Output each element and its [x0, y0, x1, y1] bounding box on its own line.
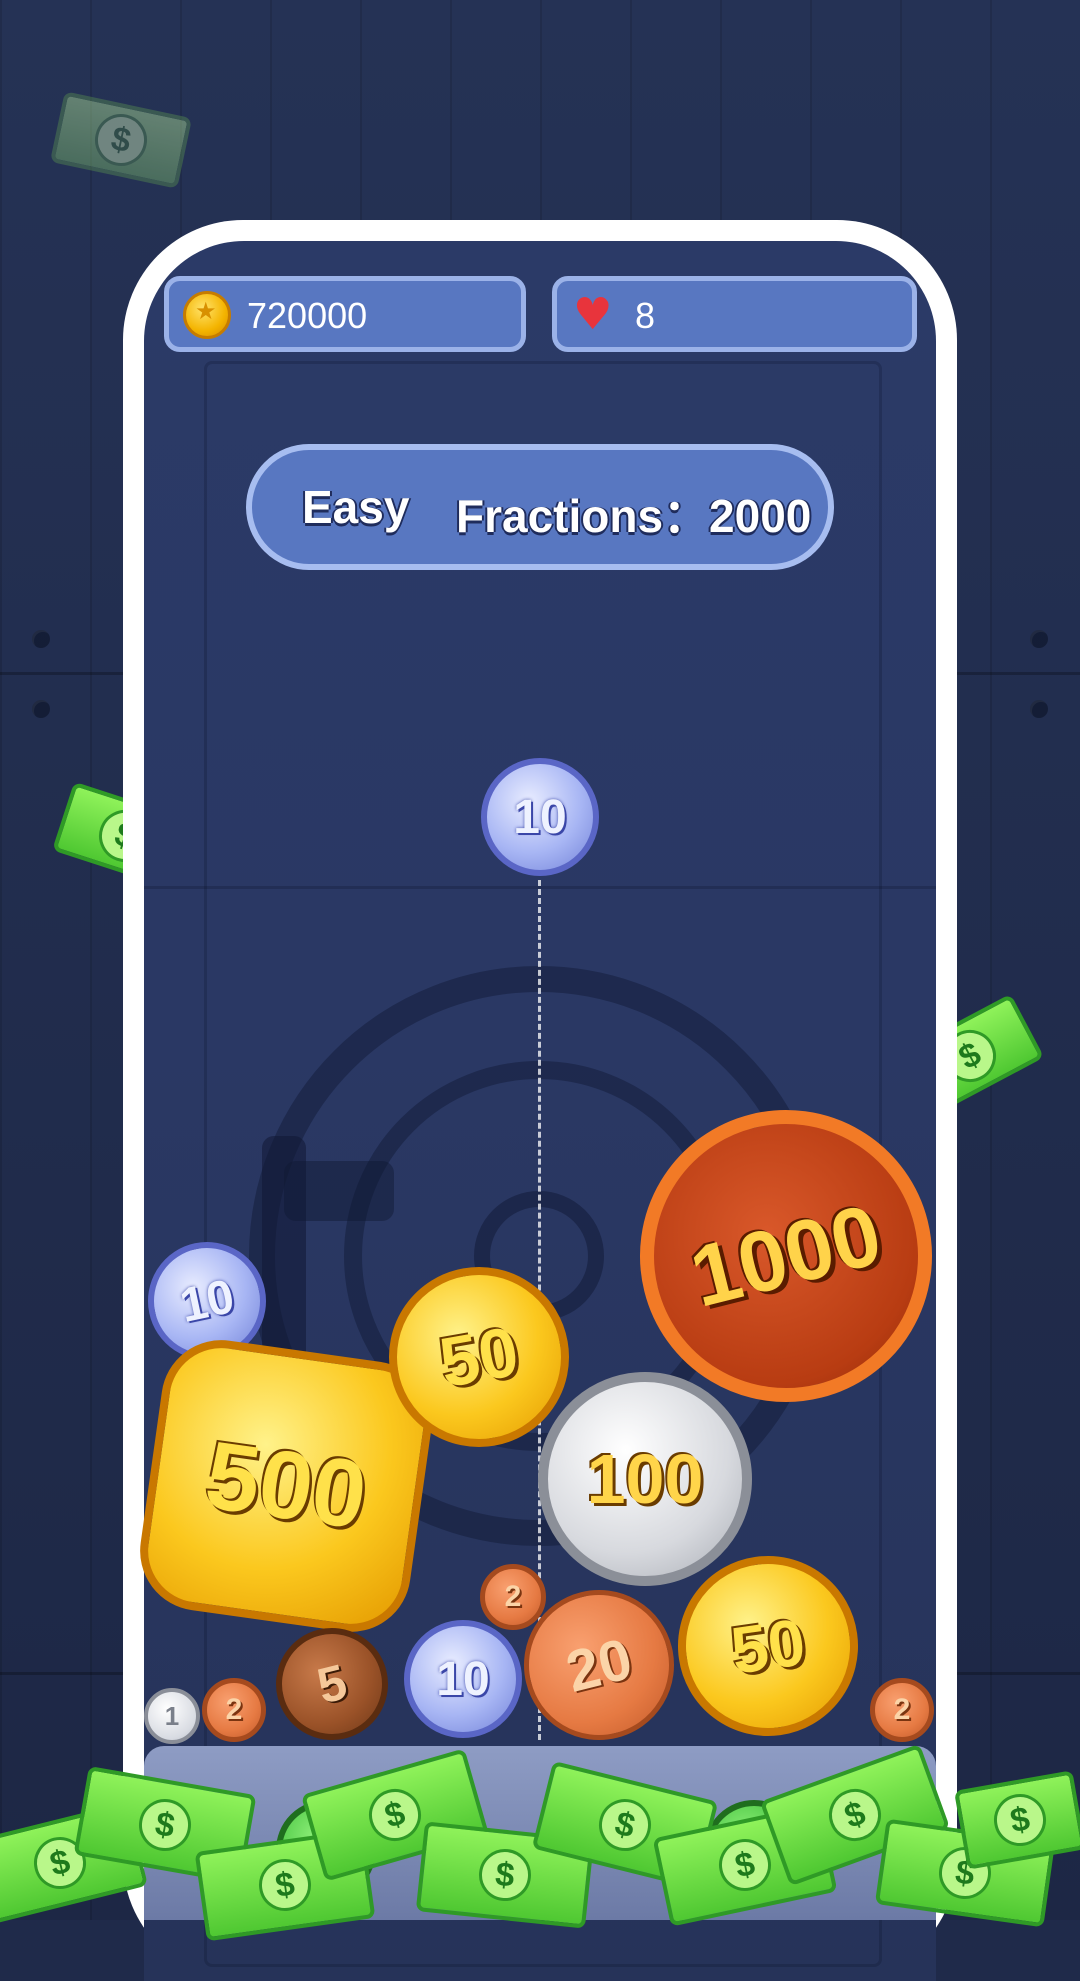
next-coin-value: 10	[513, 790, 567, 844]
coin-value: 10	[175, 1269, 239, 1333]
lives-panel: ♥ 8	[552, 276, 917, 352]
coin: 1	[144, 1688, 200, 1744]
wall-rivet	[32, 700, 50, 718]
coin-balance-value: 720000	[247, 295, 368, 336]
coin-value: 2	[225, 1693, 243, 1726]
next-coin[interactable]: 10	[481, 758, 599, 876]
score-label: Fractions：2000	[456, 490, 812, 542]
coin: 2	[480, 1564, 546, 1630]
coin-value: 1000	[681, 1185, 891, 1326]
gold-coin-icon	[183, 291, 231, 339]
heart-icon: ♥	[573, 289, 613, 340]
coin-value: 100	[586, 1440, 704, 1518]
coin: 2	[870, 1678, 934, 1742]
coin-value: 500	[199, 1421, 373, 1550]
lives-value: 8	[635, 295, 656, 336]
coin: 10	[404, 1620, 522, 1738]
coin-value: 1	[164, 1700, 180, 1731]
coin-value: 5	[311, 1653, 353, 1715]
coin-value: 10	[436, 1652, 490, 1706]
wall-rivet	[1030, 630, 1048, 648]
coin-value: 50	[433, 1311, 525, 1403]
coin-balance-panel: 720000	[164, 276, 526, 352]
coin: 2	[202, 1678, 266, 1742]
difficulty-label: Easy	[302, 481, 410, 533]
coin-value: 50	[726, 1604, 810, 1688]
wall-rivet	[32, 630, 50, 648]
coin-value: 2	[893, 1693, 911, 1726]
cash-pile: $ $ $ $ $ $ $ $ $ $	[0, 1743, 1080, 1942]
coin-value: 20	[559, 1625, 639, 1705]
vault-handle-bar	[284, 1161, 394, 1221]
coin: 100	[538, 1372, 752, 1586]
level-info-banner: Easy Fractions：2000	[246, 444, 834, 570]
wall-rivet	[1030, 700, 1048, 718]
coin-value: 2	[504, 1580, 522, 1613]
cash-bill: $	[953, 1770, 1080, 1870]
